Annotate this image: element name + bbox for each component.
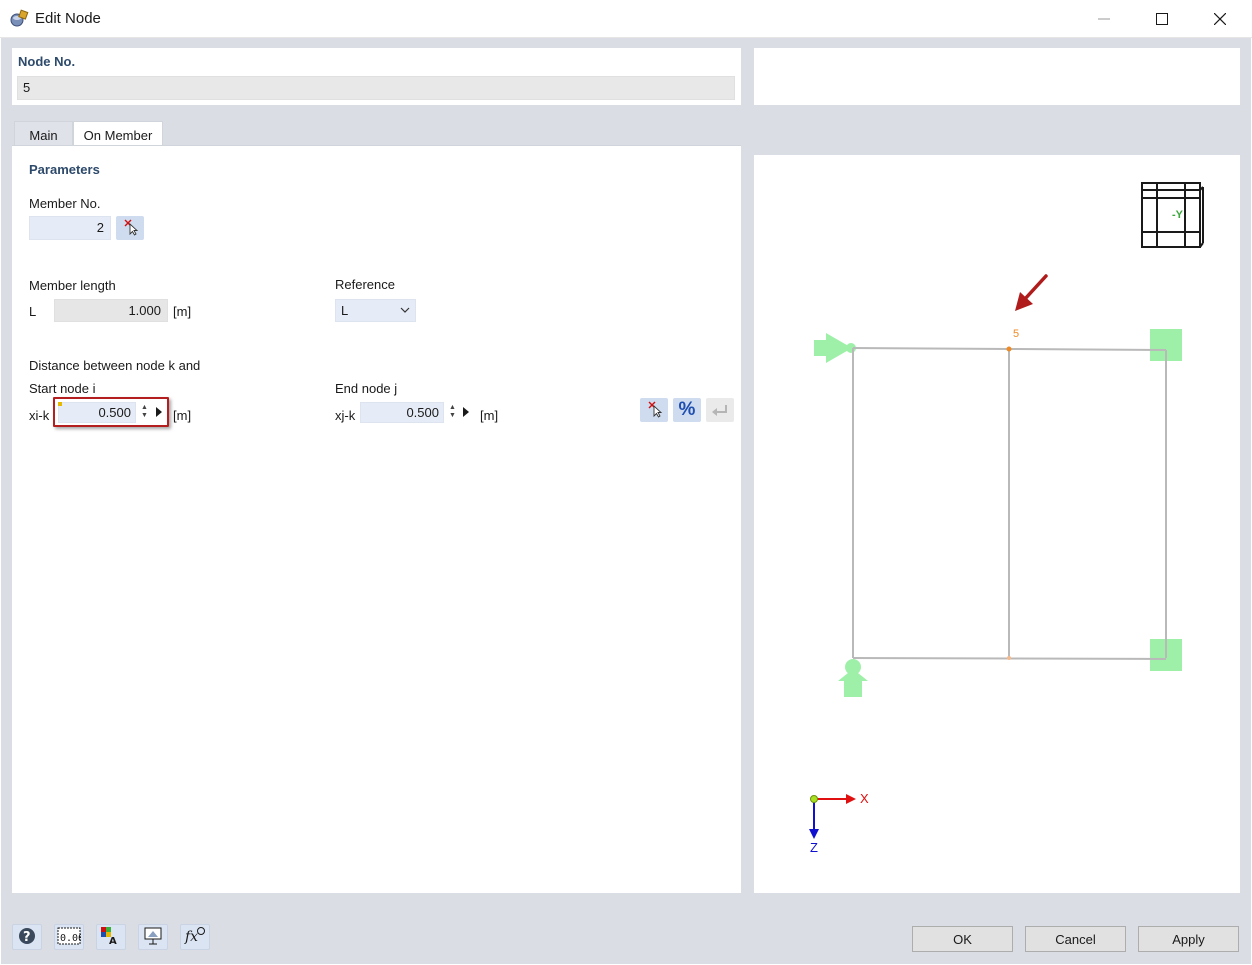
graphics-button[interactable]: [138, 924, 168, 950]
graphics-icon: [142, 926, 164, 949]
relative-percent-button[interactable]: %: [673, 398, 701, 422]
pick-location-button[interactable]: [640, 398, 668, 422]
xj-distance-field[interactable]: 0.500: [360, 402, 444, 423]
xi-symbol: xi-k: [29, 408, 50, 423]
distance-label: Distance between node k and: [29, 358, 201, 373]
support-left-bottom: [838, 659, 868, 697]
tab-main[interactable]: Main: [14, 121, 73, 148]
comment-panel: [754, 48, 1240, 105]
start-node-label: Start node i: [29, 381, 96, 396]
function-icon: fx: [183, 926, 207, 949]
end-node-label: End node j: [335, 381, 398, 396]
length-symbol: L: [29, 304, 37, 319]
preview-canvas: -Y 5 X Z 1 2 3 ▼: [756, 157, 1228, 890]
dialog-body: Node No. 5 Main On Member Parameters Mem…: [1, 38, 1251, 964]
axis-z-label: Z: [810, 840, 818, 855]
color-text-icon: A: [100, 926, 122, 949]
svg-text:A: A: [109, 936, 117, 946]
chevron-down-icon: [400, 300, 410, 327]
function-button[interactable]: fx: [180, 924, 210, 950]
xj-unit: [m]: [480, 408, 499, 423]
view-cube-label: -Y: [1172, 209, 1183, 221]
structure-graphic: [809, 182, 1204, 839]
xi-arrow-button[interactable]: [154, 405, 164, 419]
maximize-button[interactable]: [1139, 0, 1185, 38]
spin-up-icon[interactable]: ▲: [449, 404, 456, 411]
field-marker-icon: [58, 402, 62, 406]
member-lines: [852, 347, 1167, 660]
maximize-icon: [1156, 13, 1168, 25]
xi-unit: [m]: [173, 408, 192, 423]
tab-on-member-label: On Member: [83, 127, 153, 143]
length-unit: [m]: [173, 304, 192, 319]
color-text-button[interactable]: A: [96, 924, 126, 950]
support-left-top: [814, 333, 856, 363]
preview-panel: -Y 5 X Z 1 2 3 ▼: [754, 155, 1240, 893]
xj-arrow-button[interactable]: [461, 405, 471, 419]
decimal-places-icon: 0.00: [57, 926, 84, 949]
help-button[interactable]: ?: [12, 924, 42, 950]
parameters-inner: Parameters Member No. 2 Member length L …: [23, 156, 734, 892]
reverse-direction-button[interactable]: [706, 398, 734, 422]
node-point: [1006, 346, 1012, 352]
title-bar: Edit Node: [0, 0, 1252, 38]
cancel-button[interactable]: Cancel: [1025, 926, 1126, 952]
xi-distance-field[interactable]: 0.500: [58, 402, 136, 423]
member-length-label: Member length: [29, 278, 116, 293]
apply-button[interactable]: Apply: [1138, 926, 1239, 952]
parameters-panel: Parameters Member No. 2 Member length L …: [12, 145, 741, 893]
node-number-label: Node No.: [18, 54, 76, 69]
close-icon: [1214, 13, 1226, 25]
pick-cursor-icon: [645, 400, 663, 421]
axis-x-label: X: [860, 791, 869, 806]
window-title: Edit Node: [35, 10, 101, 27]
spin-up-icon[interactable]: ▲: [141, 404, 148, 411]
svg-text:0.00: 0.00: [60, 933, 81, 944]
node-number-tag: 5: [1013, 328, 1020, 340]
reference-label: Reference: [335, 277, 395, 292]
member-no-label: Member No.: [29, 196, 101, 211]
xj-symbol: xj-k: [335, 408, 356, 423]
app-icon: [9, 9, 29, 29]
percent-icon: %: [678, 399, 696, 420]
pointer-arrow-icon: [1015, 274, 1048, 311]
member-length-field: 1.000: [54, 299, 168, 322]
tab-on-member[interactable]: On Member: [73, 121, 163, 148]
axis-indicator: [809, 794, 856, 839]
undo-arrow-icon: [710, 401, 730, 420]
tab-main-label: Main: [29, 127, 58, 143]
play-right-icon: [154, 407, 164, 422]
minimize-button[interactable]: [1081, 0, 1127, 38]
svg-text:fx: fx: [184, 929, 198, 945]
reference-select-value: L: [341, 303, 349, 318]
decimal-places-button[interactable]: 0.00: [54, 924, 84, 950]
spin-down-icon[interactable]: ▼: [449, 412, 456, 419]
play-right-icon: [461, 407, 471, 422]
spin-down-icon[interactable]: ▼: [141, 412, 148, 419]
minimize-icon: [1098, 13, 1110, 25]
parameters-heading: Parameters: [29, 162, 100, 177]
node-number-panel: Node No. 5: [12, 48, 741, 105]
node-number-field[interactable]: 5: [17, 76, 735, 100]
pick-member-button[interactable]: [116, 216, 144, 240]
reference-select[interactable]: L: [335, 299, 416, 322]
node-point-bottom: [1007, 656, 1011, 660]
svg-text:?: ?: [23, 930, 31, 945]
close-button[interactable]: [1197, 0, 1243, 38]
member-no-field[interactable]: 2: [29, 216, 111, 240]
help-icon: ?: [17, 926, 37, 949]
ok-button[interactable]: OK: [912, 926, 1013, 952]
pick-cursor-icon: [121, 218, 139, 239]
